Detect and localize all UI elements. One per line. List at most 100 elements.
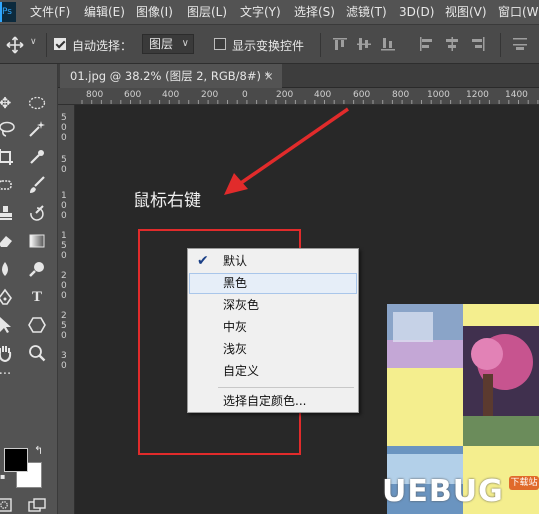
- vertical-ruler[interactable]: 5 0 0 5 0 1 0 0 1 5 0 2 0 0 2 5 0 3 0: [58, 105, 75, 514]
- divider: [320, 33, 321, 57]
- ruler-label: 5: [61, 155, 67, 165]
- ruler-label: 0: [61, 281, 67, 291]
- align-horizontal-centers-icon[interactable]: [444, 36, 460, 52]
- ruler-label: 1000: [427, 90, 450, 100]
- menu-item-label: 深灰色: [223, 298, 260, 312]
- shape-tool-icon[interactable]: [28, 316, 46, 334]
- menu-item-medium-gray[interactable]: 中灰: [189, 317, 357, 338]
- ruler-label: 1: [61, 191, 67, 201]
- default-colors-icon[interactable]: ▪: [0, 472, 5, 481]
- menu-item-dark-gray[interactable]: 深灰色: [189, 295, 357, 316]
- ruler-label: 2: [61, 311, 67, 321]
- path-selection-tool-icon[interactable]: [0, 316, 14, 334]
- type-tool-icon[interactable]: T: [26, 286, 48, 308]
- tool-preset-chevron-icon[interactable]: ∨: [30, 37, 37, 47]
- annotation-label: 鼠标右键: [133, 191, 201, 211]
- menu-image[interactable]: 图像(I): [136, 0, 173, 24]
- auto-select-checkbox[interactable]: [54, 38, 66, 50]
- crop-tool-icon[interactable]: [0, 148, 14, 166]
- ruler-label: 0: [61, 331, 67, 341]
- horizontal-ruler[interactable]: 800 600 400 200 0 200 400 600 800 1000 1…: [58, 88, 539, 105]
- align-vertical-centers-icon[interactable]: [356, 36, 372, 52]
- align-right-edges-icon[interactable]: [470, 36, 486, 52]
- menu-filter[interactable]: 滤镜(T): [346, 0, 387, 24]
- ruler-label: 0: [61, 165, 67, 175]
- menu-select[interactable]: 选择(S): [294, 0, 335, 24]
- ruler-label: 0: [61, 361, 67, 371]
- ruler-label: 1200: [466, 90, 489, 100]
- menu-item-label: 中灰: [223, 320, 248, 334]
- menu-window[interactable]: 窗口(W: [498, 0, 539, 24]
- menu-item-select-custom-color[interactable]: 选择自定颜色...: [189, 391, 357, 412]
- align-top-edges-icon[interactable]: [332, 36, 348, 52]
- move-tool-icon[interactable]: [6, 36, 24, 54]
- blur-tool-icon[interactable]: [0, 260, 14, 278]
- ruler-label: 600: [353, 90, 371, 100]
- menu-item-black[interactable]: 黑色: [189, 273, 357, 294]
- lasso-tool-icon[interactable]: [0, 120, 16, 138]
- ruler-label: 3: [61, 351, 67, 361]
- ruler-label: 600: [124, 90, 142, 100]
- ruler-label: 0: [61, 133, 67, 143]
- magic-wand-tool-icon[interactable]: [28, 120, 46, 138]
- checkmark-icon: ✔: [197, 253, 209, 269]
- menu-view[interactable]: 视图(V): [445, 0, 487, 24]
- context-menu: ✔ 默认 黑色 深灰色 中灰 浅灰 自定义 选择自定颜色...: [187, 248, 359, 413]
- menu-item-label: 选择自定颜色...: [223, 394, 307, 408]
- menu-item-label: 自定义: [223, 364, 260, 378]
- menu-item-label: 浅灰: [223, 342, 248, 356]
- divider: [500, 33, 501, 57]
- clone-stamp-tool-icon[interactable]: [0, 204, 14, 222]
- document-tab-bar: 01.jpg @ 38.2% (图层 2, RGB/8#) * ×: [58, 64, 539, 88]
- zoom-tool-icon[interactable]: [28, 344, 46, 362]
- foreground-color-swatch[interactable]: [4, 448, 28, 472]
- watermark-badge: 下载站: [509, 476, 539, 490]
- elliptical-marquee-tool-icon[interactable]: [28, 96, 46, 110]
- swap-colors-icon[interactable]: ↰: [34, 444, 43, 457]
- eyedropper-tool-icon[interactable]: [28, 148, 46, 166]
- quick-mask-icon[interactable]: [0, 498, 12, 512]
- hand-tool-icon[interactable]: [0, 344, 14, 362]
- ruler-label: 5: [61, 241, 67, 251]
- healing-brush-tool-icon[interactable]: [0, 176, 14, 194]
- menu-item-default[interactable]: ✔ 默认: [189, 251, 357, 272]
- ruler-label: 5: [61, 113, 67, 123]
- menu-edit[interactable]: 编辑(E): [84, 0, 125, 24]
- gradient-tool-icon[interactable]: [28, 232, 46, 250]
- document-tab-title: 01.jpg @ 38.2% (图层 2, RGB/8#) *: [70, 69, 271, 83]
- ruler-label: 0: [242, 90, 248, 100]
- distribute-top-edges-icon[interactable]: [512, 36, 528, 52]
- document-tab[interactable]: 01.jpg @ 38.2% (图层 2, RGB/8#) * ×: [60, 64, 282, 88]
- screen-mode-icon[interactable]: [28, 498, 46, 512]
- menu-3d[interactable]: 3D(D): [399, 0, 434, 24]
- ruler-label: 0: [61, 123, 67, 133]
- align-left-edges-icon[interactable]: [418, 36, 434, 52]
- annotation-arrow-icon: [224, 107, 349, 195]
- auto-select-target-value: 图层: [149, 37, 174, 51]
- ruler-label: 2: [61, 271, 67, 281]
- ruler-label: 800: [86, 90, 104, 100]
- show-transform-checkbox[interactable]: [214, 38, 226, 50]
- tools-panel: ✥ T ··· ↰ ▪: [0, 64, 58, 514]
- menu-file[interactable]: 文件(F): [30, 0, 70, 24]
- options-bar: ∨ 自动选择： 图层 ∨ 显示变换控件: [0, 24, 539, 64]
- dodge-tool-icon[interactable]: [28, 260, 46, 278]
- auto-select-target-dropdown[interactable]: 图层 ∨: [142, 34, 194, 54]
- menu-item-custom[interactable]: 自定义: [189, 361, 357, 382]
- ruler-label: 200: [201, 90, 219, 100]
- ruler-label: 400: [314, 90, 332, 100]
- menu-layer[interactable]: 图层(L): [187, 0, 227, 24]
- more-tools-icon[interactable]: ···: [0, 364, 16, 386]
- menu-type[interactable]: 文字(Y): [240, 0, 281, 24]
- menu-item-light-gray[interactable]: 浅灰: [189, 339, 357, 360]
- eraser-tool-icon[interactable]: [0, 232, 14, 250]
- ruler-label: 200: [276, 90, 294, 100]
- ruler-label: 800: [392, 90, 410, 100]
- move-tool-icon[interactable]: ✥: [0, 92, 16, 114]
- align-bottom-edges-icon[interactable]: [380, 36, 396, 52]
- menu-item-label: 黑色: [223, 276, 248, 290]
- close-icon[interactable]: ×: [264, 64, 274, 88]
- history-brush-tool-icon[interactable]: [28, 204, 46, 222]
- pen-tool-icon[interactable]: [0, 288, 14, 306]
- brush-tool-icon[interactable]: [28, 176, 46, 194]
